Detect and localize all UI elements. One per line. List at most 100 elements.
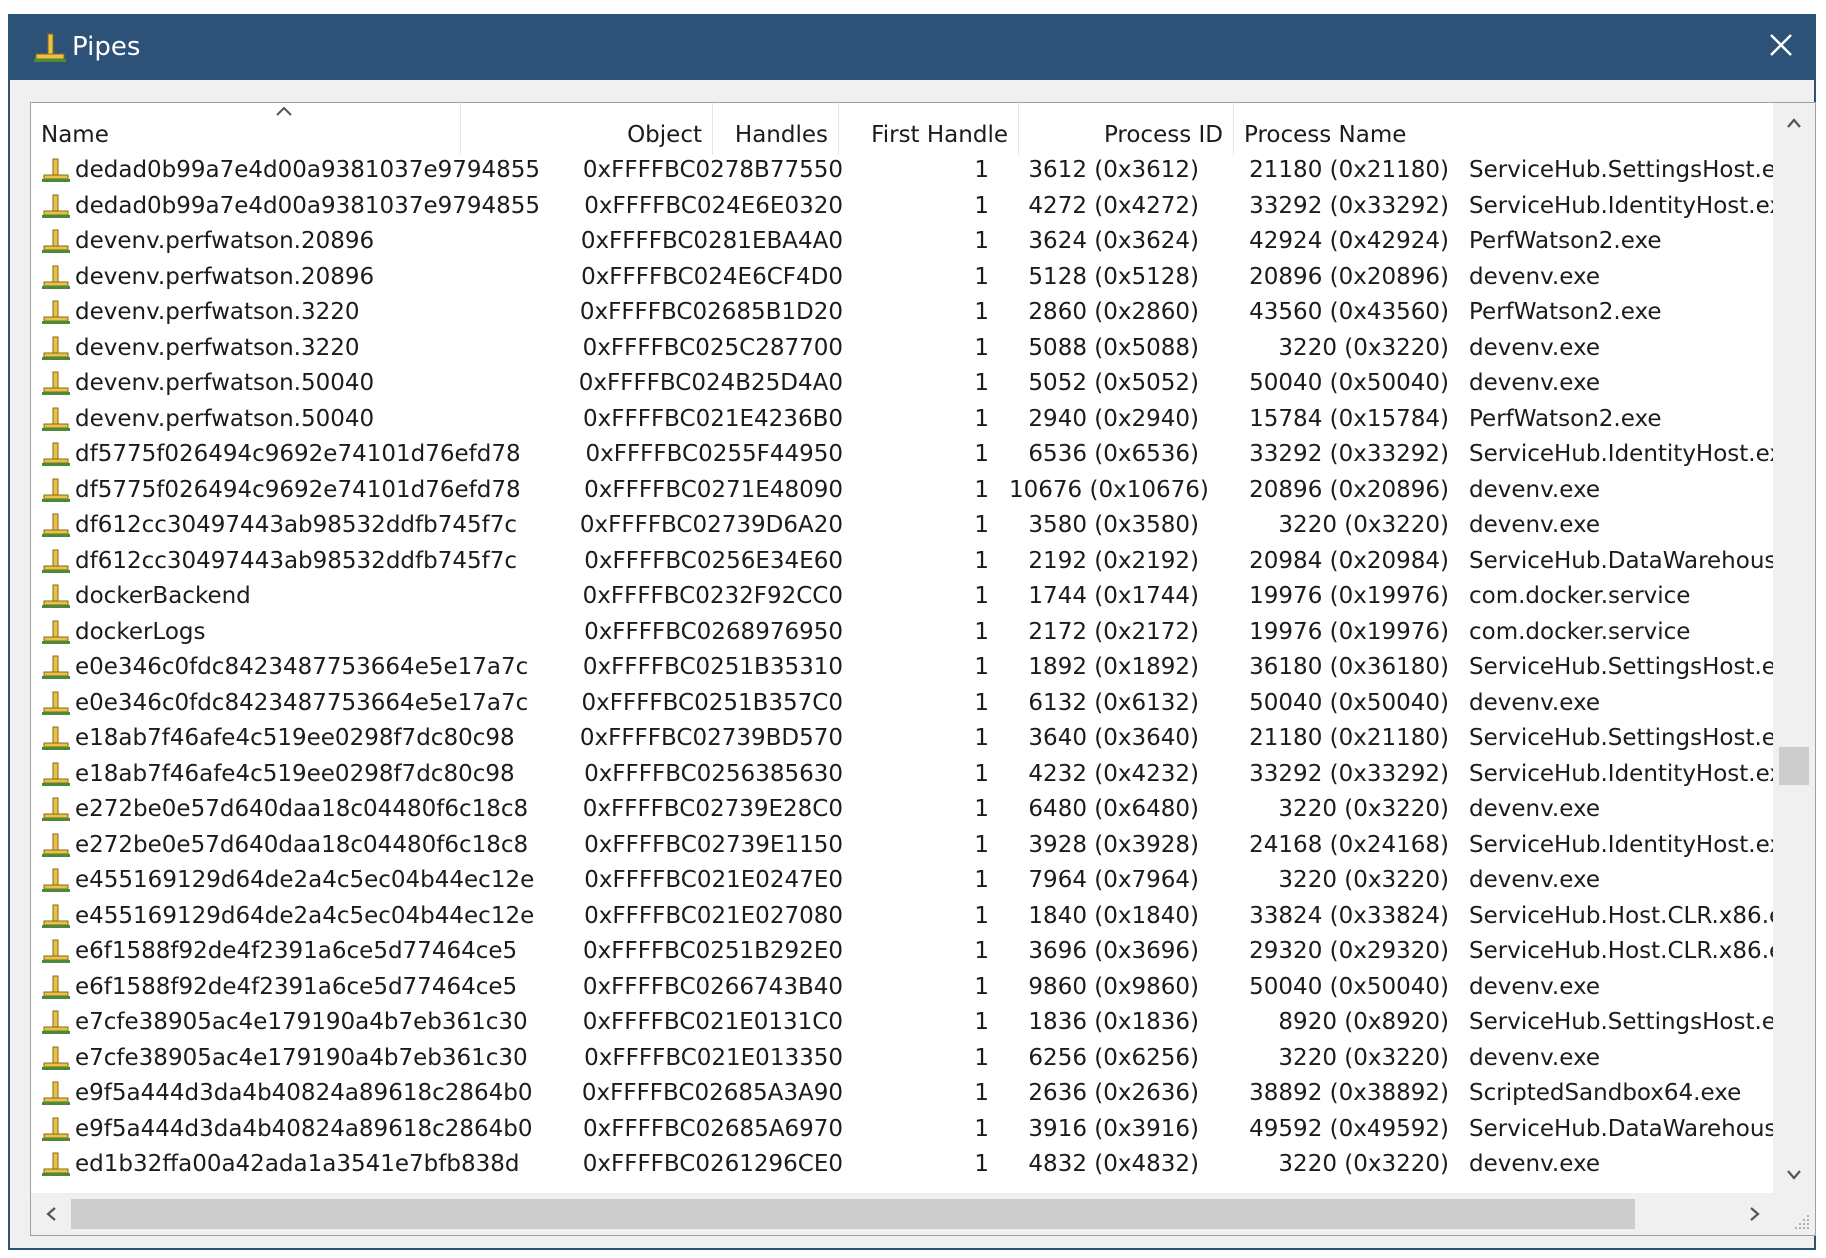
resize-grip-icon[interactable] bbox=[1793, 1213, 1811, 1231]
first-handle-cell: 1892 (0x1892) bbox=[1028, 654, 1199, 680]
vertical-scrollbar[interactable] bbox=[1773, 103, 1815, 1195]
table-row[interactable]: devenv.perfwatson.20896 0xFFFFBC024E6CF4D… bbox=[31, 260, 1773, 296]
table-row[interactable]: e6f1588f92de4f2391a6ce5d77464ce5 0xFFFFBC… bbox=[31, 934, 1773, 970]
table-row[interactable]: ed1b32ffa00a42ada1a3541e7bfb838d 0xFFFFBC… bbox=[31, 1147, 1773, 1181]
first-handle-cell: 2192 (0x2192) bbox=[1028, 547, 1199, 574]
table-row[interactable]: e7cfe38905ac4e179190a4b7eb361c30 0xFFFFBC… bbox=[31, 1005, 1773, 1041]
pipe-name-cell: df612cc30497443ab98532ddfb745f7c bbox=[75, 512, 517, 538]
table-row[interactable]: e7cfe38905ac4e179190a4b7eb361c30 0xFFFFBC… bbox=[31, 1041, 1773, 1077]
table-row[interactable]: e9f5a444d3da4b40824a89618c2864b0 0xFFFFBC… bbox=[31, 1076, 1773, 1112]
pipe-name-cell: df612cc30497443ab98532ddfb745f7c bbox=[75, 547, 517, 574]
table-row[interactable]: e0e346c0fdc8423487753664e5e17a7c 0xFFFFBC… bbox=[31, 650, 1773, 686]
pipe-name-cell: dedad0b99a7e4d00a9381037e9794855 bbox=[75, 157, 541, 183]
object-cell: 0xFFFFBC0271E48090 bbox=[584, 476, 843, 503]
table-row[interactable]: df612cc30497443ab98532ddfb745f7c 0xFFFFBC… bbox=[31, 508, 1773, 544]
object-cell: 0xFFFFBC0251B35310 bbox=[582, 654, 843, 680]
object-cell: 0xFFFFBC0251B357C0 bbox=[581, 689, 843, 716]
table-row[interactable]: df5775f026494c9692e74101d76efd78 0xFFFFBC… bbox=[31, 473, 1773, 509]
column-header-handles[interactable]: Handles bbox=[713, 103, 839, 155]
pipe-name-cell: e18ab7f46afe4c519ee0298f7dc80c98 bbox=[75, 725, 515, 751]
table-row[interactable]: dockerBackend 0xFFFFBC0232F92CC0 1 1744 (0x… bbox=[31, 579, 1773, 615]
table-row[interactable]: df612cc30497443ab98532ddfb745f7c 0xFFFFBC… bbox=[31, 544, 1773, 580]
horizontal-scrollbar[interactable] bbox=[31, 1193, 1775, 1235]
first-handle-cell: 4832 (0x4832) bbox=[1028, 1151, 1199, 1177]
handles-cell: 1 bbox=[974, 760, 989, 787]
scroll-up-button[interactable] bbox=[1773, 103, 1815, 143]
pipe-name-cell: dockerBackend bbox=[75, 583, 251, 609]
horizontal-scroll-thumb[interactable] bbox=[71, 1199, 1635, 1229]
process-id-cell: 36180 (0x36180) bbox=[1249, 654, 1449, 680]
scroll-right-button[interactable] bbox=[1735, 1193, 1775, 1235]
table-row[interactable]: e9f5a444d3da4b40824a89618c2864b0 0xFFFFBC… bbox=[31, 1112, 1773, 1148]
column-header-name[interactable]: Name bbox=[31, 103, 461, 155]
table-row[interactable]: e272be0e57d640daa18c04480f6c18c8 0xFFFFBC… bbox=[31, 792, 1773, 828]
column-header-first-handle[interactable]: First Handle bbox=[839, 103, 1019, 155]
title-bar[interactable]: Pipes bbox=[10, 16, 1814, 80]
table-row[interactable]: e0e346c0fdc8423487753664e5e17a7c 0xFFFFBC… bbox=[31, 686, 1773, 722]
process-name-cell: ScriptedSandbox64.exe bbox=[1469, 1080, 1742, 1106]
table-row[interactable]: e272be0e57d640daa18c04480f6c18c8 0xFFFFBC… bbox=[31, 828, 1773, 864]
vertical-scroll-thumb[interactable] bbox=[1779, 747, 1809, 785]
handles-cell: 1 bbox=[974, 796, 989, 822]
table-row[interactable]: e18ab7f46afe4c519ee0298f7dc80c98 0xFFFFBC… bbox=[31, 757, 1773, 793]
pipe-name-cell: e9f5a444d3da4b40824a89618c2864b0 bbox=[75, 1115, 533, 1142]
pipe-name-cell: e7cfe38905ac4e179190a4b7eb361c30 bbox=[75, 1009, 528, 1035]
first-handle-cell: 6256 (0x6256) bbox=[1028, 1044, 1199, 1071]
first-handle-cell: 3696 (0x3696) bbox=[1028, 938, 1199, 964]
table-row[interactable]: e455169129d64de2a4c5ec04b44ec12e 0xFFFFBC… bbox=[31, 863, 1773, 899]
scroll-left-button[interactable] bbox=[31, 1193, 71, 1235]
table-row[interactable]: devenv.perfwatson.3220 0xFFFFBC02685B1D20… bbox=[31, 295, 1773, 331]
process-id-cell: 33292 (0x33292) bbox=[1249, 192, 1449, 219]
table-row[interactable]: dedad0b99a7e4d00a9381037e9794855 0xFFFFBC… bbox=[31, 153, 1773, 189]
object-cell: 0xFFFFBC0232F92CC0 bbox=[582, 583, 843, 609]
pipe-name-cell: e455169129d64de2a4c5ec04b44ec12e bbox=[75, 867, 535, 893]
table-row[interactable]: devenv.perfwatson.50040 0xFFFFBC024B25D4A… bbox=[31, 366, 1773, 402]
first-handle-cell: 3928 (0x3928) bbox=[1028, 831, 1199, 858]
table-row[interactable]: devenv.perfwatson.50040 0xFFFFBC021E4236B… bbox=[31, 402, 1773, 438]
process-id-cell: 3220 (0x3220) bbox=[1278, 1151, 1449, 1177]
column-header-object[interactable]: Object bbox=[461, 103, 713, 155]
close-button[interactable] bbox=[1748, 16, 1814, 80]
process-id-cell: 20896 (0x20896) bbox=[1249, 476, 1449, 503]
process-name-cell: devenv.exe bbox=[1469, 973, 1601, 1000]
object-cell: 0xFFFFBC021E027080 bbox=[584, 902, 843, 929]
process-id-cell: 38892 (0x38892) bbox=[1249, 1080, 1449, 1106]
table-row[interactable]: df5775f026494c9692e74101d76efd78 0xFFFFBC… bbox=[31, 437, 1773, 473]
first-handle-cell: 9860 (0x9860) bbox=[1028, 973, 1199, 1000]
process-id-cell: 3220 (0x3220) bbox=[1278, 512, 1449, 538]
pipe-name-cell: df5775f026494c9692e74101d76efd78 bbox=[75, 476, 521, 503]
first-handle-cell: 7964 (0x7964) bbox=[1028, 867, 1199, 893]
table-row[interactable]: dedad0b99a7e4d00a9381037e9794855 0xFFFFBC… bbox=[31, 189, 1773, 225]
process-name-cell: ServiceHub.SettingsHost.exe bbox=[1469, 1009, 1773, 1035]
first-handle-cell: 2636 (0x2636) bbox=[1028, 1080, 1199, 1106]
first-handle-cell: 1836 (0x1836) bbox=[1028, 1009, 1199, 1035]
table-row[interactable]: dockerLogs 0xFFFFBC0268976950 1 2172 (0x217… bbox=[31, 615, 1773, 651]
pipe-name-cell: e6f1588f92de4f2391a6ce5d77464ce5 bbox=[75, 973, 518, 1000]
process-name-cell: devenv.exe bbox=[1469, 334, 1601, 361]
process-id-cell: 33824 (0x33824) bbox=[1249, 902, 1449, 929]
process-id-cell: 33292 (0x33292) bbox=[1249, 441, 1449, 467]
table-row[interactable]: e18ab7f46afe4c519ee0298f7dc80c98 0xFFFFBC… bbox=[31, 721, 1773, 757]
pipes-list[interactable]: Name Object Handles First Handle Process… bbox=[30, 102, 1816, 1236]
sort-ascending-icon bbox=[276, 106, 292, 116]
table-row[interactable]: devenv.perfwatson.20896 0xFFFFBC0281EBA4A… bbox=[31, 224, 1773, 260]
table-row[interactable]: e6f1588f92de4f2391a6ce5d77464ce5 0xFFFFBC… bbox=[31, 970, 1773, 1006]
pipe-name-cell: e6f1588f92de4f2391a6ce5d77464ce5 bbox=[75, 938, 518, 964]
object-cell: 0xFFFFBC024B25D4A0 bbox=[578, 370, 843, 396]
process-id-cell: 42924 (0x42924) bbox=[1249, 228, 1449, 254]
scroll-down-button[interactable] bbox=[1773, 1155, 1815, 1195]
handles-cell: 1 bbox=[974, 370, 989, 396]
process-id-cell: 8920 (0x8920) bbox=[1278, 1009, 1449, 1035]
table-row[interactable]: e455169129d64de2a4c5ec04b44ec12e 0xFFFFBC… bbox=[31, 899, 1773, 935]
table-row[interactable]: devenv.perfwatson.3220 0xFFFFBC025C287700… bbox=[31, 331, 1773, 367]
handles-cell: 1 bbox=[974, 512, 989, 538]
pipe-name-cell: e272be0e57d640daa18c04480f6c18c8 bbox=[75, 831, 529, 858]
close-icon bbox=[1770, 34, 1792, 56]
pipe-name-cell: e18ab7f46afe4c519ee0298f7dc80c98 bbox=[75, 760, 515, 787]
window-title: Pipes bbox=[72, 32, 141, 62]
chevron-up-icon bbox=[1787, 118, 1801, 128]
column-header-process-name[interactable]: Process Name bbox=[1234, 103, 1549, 155]
object-cell: 0xFFFFBC0261296CE0 bbox=[582, 1151, 843, 1177]
handles-cell: 1 bbox=[974, 583, 989, 609]
column-header-process-id[interactable]: Process ID bbox=[1019, 103, 1234, 155]
